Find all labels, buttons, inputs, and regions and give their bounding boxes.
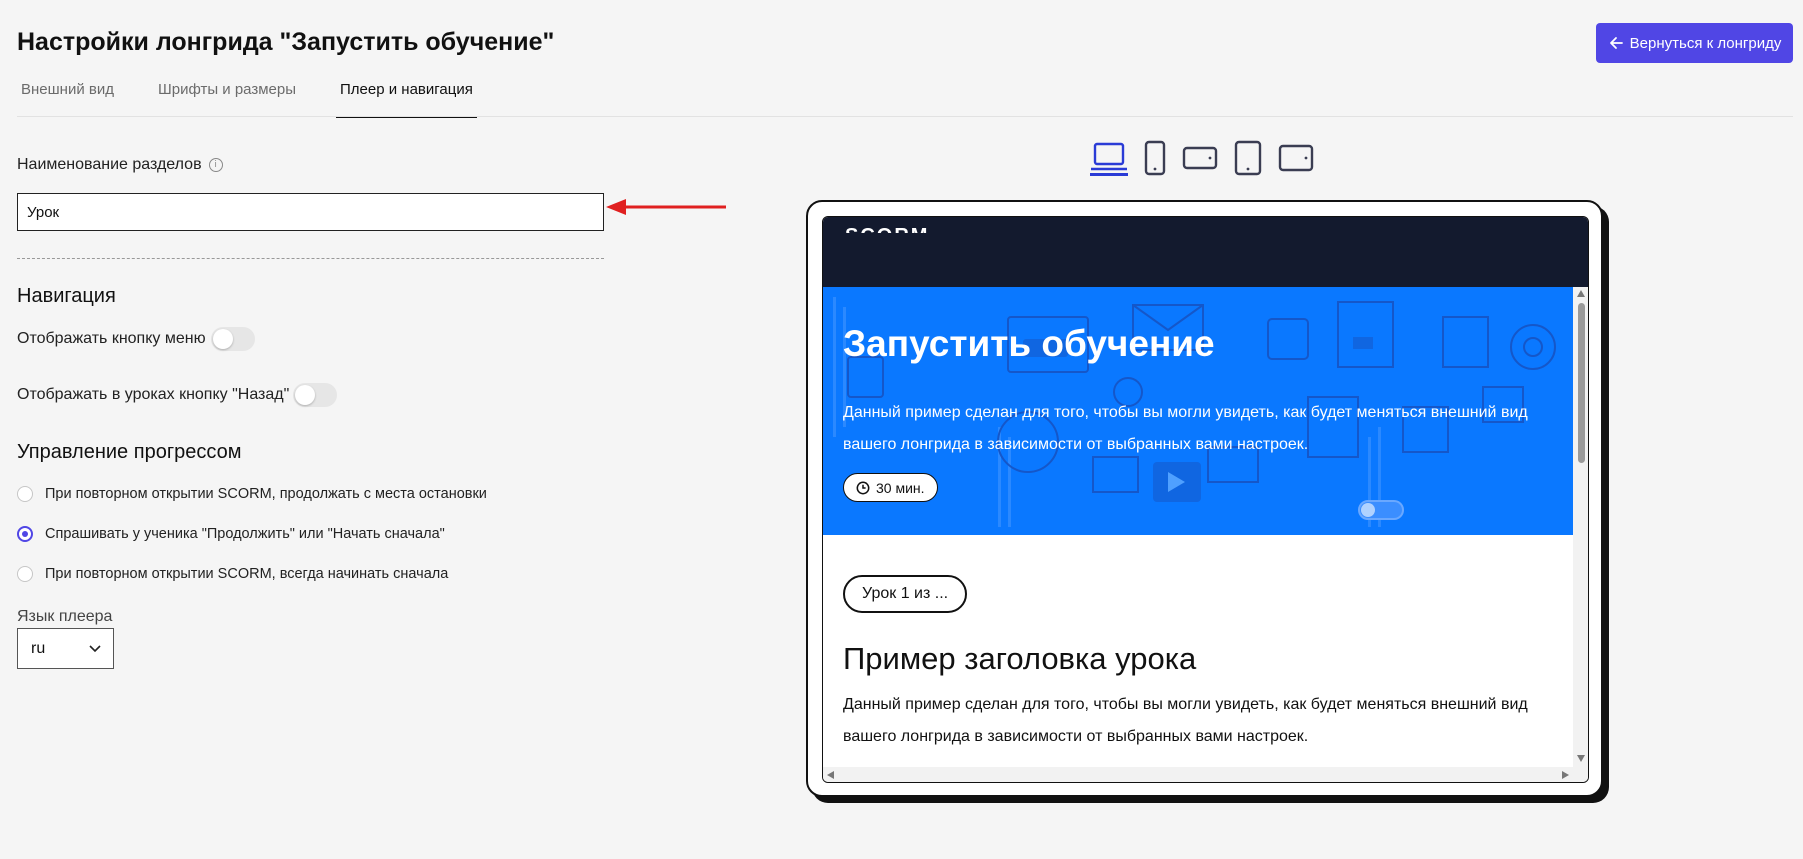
show-menu-button-label: Отображать кнопку меню — [17, 330, 206, 347]
player-language-value: ru — [31, 639, 46, 657]
scroll-up-arrow-icon[interactable] — [1577, 290, 1585, 297]
show-back-button-toggle[interactable] — [293, 383, 338, 407]
navigation-section-title: Навигация — [17, 285, 116, 307]
scroll-right-arrow-icon[interactable] — [1562, 771, 1569, 779]
show-back-button-label: Отображать в уроках кнопку "Назад" — [17, 386, 290, 403]
clock-icon — [856, 481, 870, 494]
dashed-divider — [17, 258, 604, 259]
show-back-button-row: Отображать в уроках кнопку "Назад" — [17, 383, 338, 407]
scroll-down-arrow-icon[interactable] — [1577, 755, 1585, 762]
progress-option-resume-radio[interactable] — [17, 486, 33, 502]
progress-option-ask[interactable]: Спрашивать у ученика "Продолжить" или "Н… — [17, 526, 445, 542]
tablet-landscape-icon — [1278, 144, 1314, 172]
phone-landscape-icon — [1182, 146, 1218, 170]
duration-badge: 30 мин. — [843, 473, 938, 502]
progress-option-restart-radio[interactable] — [17, 566, 33, 582]
player-language-select[interactable]: ru — [17, 628, 114, 669]
arrow-left-icon — [1609, 37, 1623, 49]
page-title: Настройки лонгрида "Запустить обучение" — [17, 28, 555, 56]
phone-portrait-icon — [1144, 140, 1166, 176]
progress-option-restart-label: При повторном открытии SCORM, всегда нач… — [45, 566, 449, 582]
hero-decorative-toggle — [1358, 500, 1404, 520]
progress-section-title: Управление прогрессом — [17, 441, 242, 463]
device-phone-portrait[interactable] — [1144, 140, 1166, 176]
back-button-label: Вернуться к лонгриду — [1629, 34, 1782, 52]
annotation-arrow-icon — [606, 199, 726, 215]
preview-horizontal-scrollbar[interactable] — [823, 767, 1573, 782]
device-laptop[interactable] — [1090, 142, 1128, 176]
preview-vertical-scrollbar[interactable] — [1573, 287, 1588, 782]
preview-header: SCORM — [823, 217, 1588, 287]
progress-option-restart[interactable]: При повторном открытии SCORM, всегда нач… — [17, 566, 448, 582]
tabs-divider — [17, 116, 1793, 117]
tablet-portrait-icon — [1234, 140, 1262, 176]
chevron-down-icon — [89, 644, 101, 652]
scroll-left-arrow-icon[interactable] — [827, 771, 834, 779]
preview-logo: SCORM — [845, 225, 929, 233]
section-naming-input[interactable] — [17, 193, 604, 231]
progress-option-resume[interactable]: При повторном открытии SCORM, продолжать… — [17, 486, 487, 502]
hero-description: Данный пример сделан для того, чтобы вы … — [843, 404, 1528, 453]
device-tablet-landscape[interactable] — [1278, 144, 1314, 176]
info-icon[interactable]: i — [208, 158, 223, 172]
laptop-icon — [1091, 142, 1127, 171]
hero-title: Запустить обучение — [843, 323, 1215, 364]
settings-tabs: Внешний вид Шрифты и размеры Плеер и нав… — [17, 78, 517, 118]
tab-fonts-sizes[interactable]: Шрифты и размеры — [154, 78, 296, 118]
progress-option-ask-radio[interactable] — [17, 526, 33, 542]
preview-hero: Запустить обучение Данный пример сделан … — [823, 287, 1573, 535]
lesson-title: Пример заголовка урока — [843, 641, 1197, 676]
device-switcher — [1090, 140, 1314, 176]
progress-option-ask-label: Спрашивать у ученика "Продолжить" или "Н… — [45, 526, 445, 542]
lesson-counter-chip: Урок 1 из ... — [843, 575, 968, 613]
tab-appearance[interactable]: Внешний вид — [17, 78, 114, 118]
player-language-label: Язык плеера — [17, 608, 113, 625]
show-menu-button-toggle[interactable] — [210, 327, 255, 351]
show-menu-button-row: Отображать кнопку меню — [17, 327, 255, 351]
progress-option-resume-label: При повторном открытии SCORM, продолжать… — [45, 486, 487, 502]
preview-screen: SCORM — [822, 216, 1589, 783]
duration-text: 30 мин. — [876, 479, 925, 496]
section-naming-label-text: Наименование разделов — [17, 156, 202, 173]
section-naming-label: Наименование разделов i — [17, 156, 223, 174]
device-phone-landscape[interactable] — [1182, 146, 1218, 176]
scrollbar-thumb[interactable] — [1578, 303, 1585, 463]
selected-device-underline — [1090, 173, 1128, 176]
tab-player-navigation[interactable]: Плеер и навигация — [336, 78, 477, 118]
back-to-longread-button[interactable]: Вернуться к лонгриду — [1596, 23, 1793, 63]
lesson-description: Данный пример сделан для того, чтобы вы … — [843, 696, 1528, 745]
device-tablet-portrait[interactable] — [1234, 140, 1262, 176]
